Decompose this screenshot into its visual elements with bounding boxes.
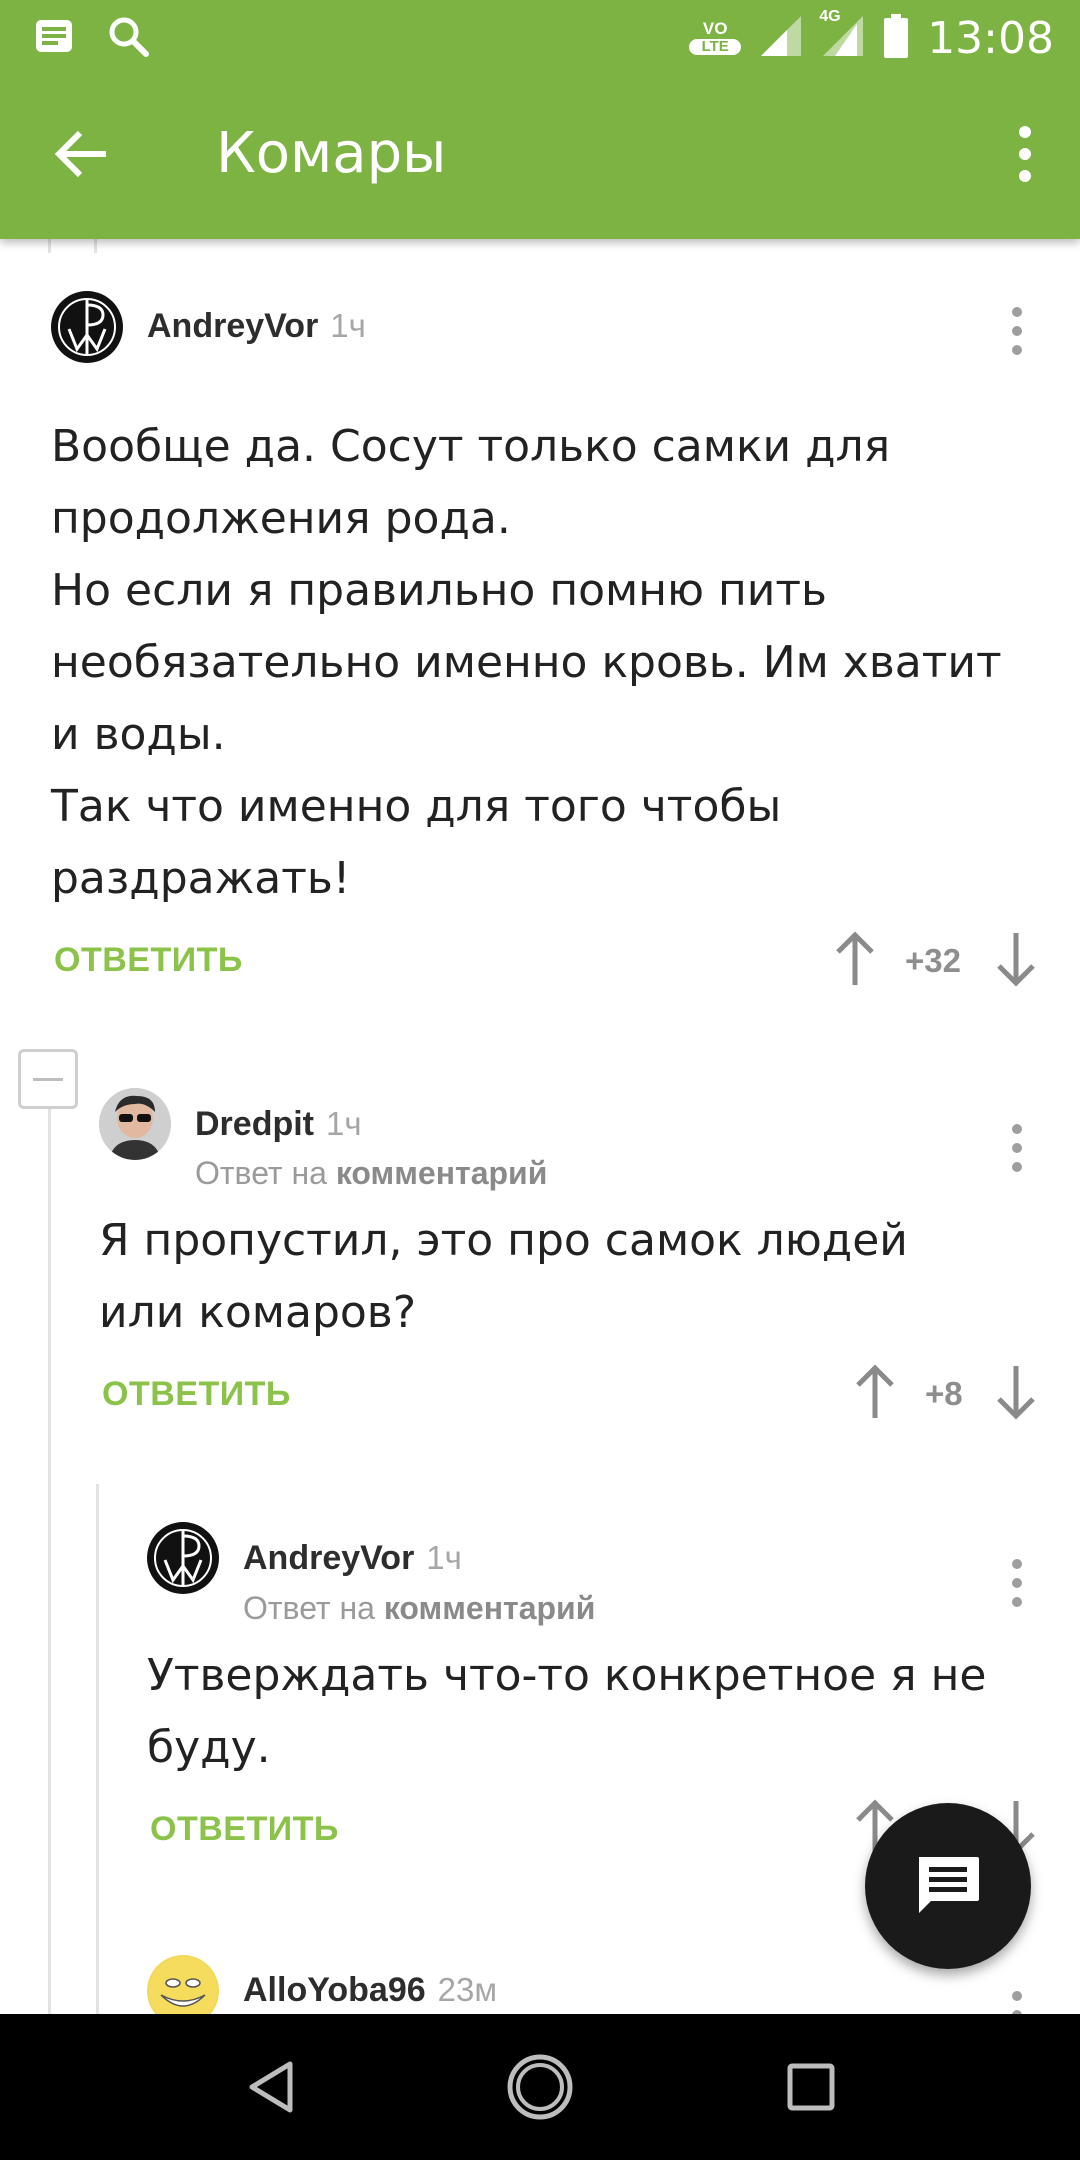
comment-author[interactable]: AndreyVor 1ч	[147, 307, 366, 346]
comment-body: Я пропустил, это про самок людей или ком…	[99, 1215, 908, 1338]
nav-recents-button[interactable]	[776, 2052, 846, 2122]
volte-icon: VO LTE	[689, 20, 742, 55]
signal-4g-icon: 4G	[819, 8, 865, 63]
upvote-button[interactable]	[832, 929, 878, 989]
troll-face-icon	[149, 1957, 217, 2014]
reply-to-label[interactable]: Ответ на комментарий	[243, 1590, 595, 1627]
nav-back-button[interactable]	[236, 2052, 306, 2122]
comment-rating: +8	[925, 1375, 963, 1412]
comments-list[interactable]: AndreyVor 1ч Вообще да. Сосут только самк…	[0, 239, 1080, 2014]
comment-author[interactable]: AndreyVor 1ч	[243, 1539, 462, 1578]
comment-rating: +32	[905, 942, 961, 979]
avatar[interactable]	[147, 1955, 219, 2014]
more-vert-icon	[1019, 126, 1031, 182]
comment-menu-button[interactable]	[1002, 1553, 1032, 1613]
arrow-back-icon	[54, 130, 106, 178]
comment: AndreyVor 1ч Вообще да. Сосут только самк…	[0, 239, 1080, 999]
avatar[interactable]	[147, 1522, 219, 1594]
comment-age: 1ч	[326, 1105, 362, 1142]
triangle-back-icon	[249, 2061, 293, 2113]
page-title: Комары	[216, 121, 447, 186]
status-bar: VO LTE 4G 13:08	[0, 0, 1080, 75]
reply-button[interactable]: ОТВЕТИТЬ	[150, 1810, 339, 1849]
comment-age: 1ч	[426, 1539, 462, 1576]
comment-icon	[919, 1857, 979, 1913]
pw-logo-icon	[154, 1529, 212, 1587]
comment-menu-button[interactable]	[1002, 1985, 1032, 2014]
arrow-down-icon	[997, 1366, 1035, 1420]
downvote-button[interactable]	[993, 929, 1039, 989]
reply-to-label[interactable]: Ответ на комментарий	[195, 1155, 547, 1192]
comment-age: 1ч	[330, 307, 366, 344]
add-comment-fab[interactable]	[865, 1803, 1031, 1969]
user-photo-icon	[99, 1088, 171, 1160]
comment-author[interactable]: AlloYoba96 23м	[243, 1971, 497, 2010]
reply-button[interactable]: ОТВЕТИТЬ	[54, 941, 243, 980]
circle-home-icon	[507, 2054, 573, 2120]
upvote-button[interactable]	[852, 1362, 898, 1422]
comment-menu-button[interactable]	[1002, 1118, 1032, 1178]
more-vert-icon	[1012, 1124, 1022, 1172]
news-notification-icon	[32, 14, 76, 63]
arrow-up-icon	[856, 1364, 894, 1418]
comment-body: Вообще да. Сосут только самки для продол…	[51, 421, 1002, 904]
reply-button[interactable]: ОТВЕТИТЬ	[102, 1375, 291, 1414]
nav-home-button[interactable]	[505, 2052, 575, 2122]
pw-logo-icon	[58, 298, 116, 356]
arrow-up-icon	[836, 931, 874, 985]
app-bar: VO LTE 4G 13:08 Комары	[0, 0, 1080, 239]
search-notification-icon	[106, 14, 150, 63]
more-vert-icon	[1012, 1991, 1022, 2014]
battery-icon	[883, 13, 909, 63]
comment-age: 23м	[437, 1971, 498, 2008]
back-button[interactable]	[46, 119, 116, 189]
more-options-button[interactable]	[1000, 119, 1050, 189]
toolbar: Комары	[0, 75, 1080, 239]
comment-body: Утверждать что-то конкретное я не буду.	[147, 1650, 987, 1773]
arrow-down-icon	[997, 933, 1035, 987]
comment-menu-button[interactable]	[1002, 301, 1032, 361]
status-time: 13:08	[927, 12, 1054, 64]
system-nav-bar	[0, 2014, 1080, 2160]
downvote-button[interactable]	[993, 1362, 1039, 1422]
avatar[interactable]	[51, 291, 123, 363]
signal-icon	[759, 14, 803, 63]
more-vert-icon	[1012, 307, 1022, 355]
comment-author[interactable]: Dredpit 1ч	[195, 1105, 362, 1144]
avatar[interactable]	[99, 1088, 171, 1160]
square-recents-icon	[787, 2063, 835, 2111]
more-vert-icon	[1012, 1559, 1022, 1607]
